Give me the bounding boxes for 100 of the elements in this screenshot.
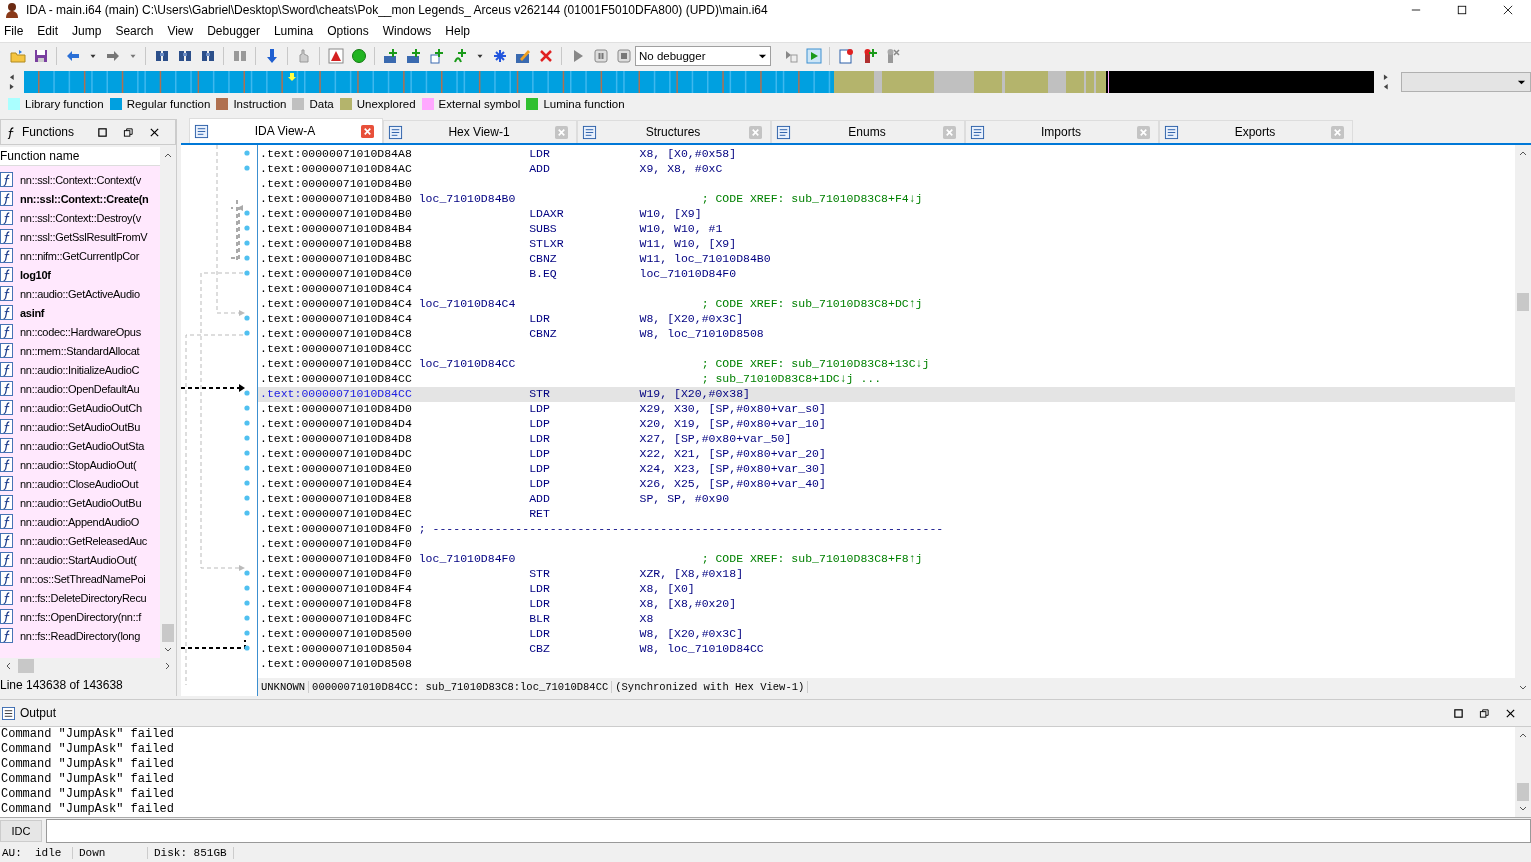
code-line[interactable]: .text:00000071010D84CC loc_71010D84CC ; CODE XREF: sub_71010D83C8+13C↓j: [258, 357, 1515, 372]
code-line[interactable]: .text:00000071010D84E8 ADD SP, SP, #0x90: [258, 492, 1515, 507]
circle-icon[interactable]: [350, 48, 367, 64]
maximize-icon[interactable]: [1457, 5, 1467, 15]
scrollbar-thumb[interactable]: [1517, 293, 1529, 311]
close-icon[interactable]: [149, 126, 160, 138]
code-line[interactable]: .text:00000071010D84E4 LDP X26, X25, [SP,#0x80+var_40]: [258, 477, 1515, 492]
scroll-arrows-icon[interactable]: [8, 72, 16, 92]
scrollbar-thumb[interactable]: [162, 624, 174, 642]
function-name[interactable]: nn::audio::GetAudioOutBu: [20, 496, 142, 509]
code-line[interactable]: .text:00000071010D84F0 loc_71010D84F0 ; CODE XREF: sub_71010D83C8+F8↑j: [258, 552, 1515, 567]
function-name[interactable]: nn::ssl::GetSslResultFromV: [20, 230, 148, 243]
function-name[interactable]: nn::mem::StandardAllocat: [20, 344, 140, 357]
function-name[interactable]: nn::audio::GetAudioOutSta: [20, 439, 144, 452]
code-line[interactable]: .text:00000071010D84D0 LDP X29, X30, [SP,#0x80+var_s0]: [258, 402, 1515, 417]
cross-icon[interactable]: [537, 48, 554, 64]
code-line[interactable]: .text:00000071010D84D4 LDP X20, X19, [SP,#0x80+var_10]: [258, 417, 1515, 432]
maximize-icon[interactable]: [97, 126, 108, 138]
restore-icon[interactable]: [1479, 707, 1490, 719]
stop-icon[interactable]: [615, 48, 632, 64]
code-line[interactable]: .text:00000071010D84B8 STLXR W11, W10, [X9]: [258, 237, 1515, 252]
code-line[interactable]: .text:00000071010D84C8 CBNZ W8, loc_71010D8508: [258, 327, 1515, 342]
code-line[interactable]: .text:00000071010D84C4 loc_71010D84C4 ; CODE XREF: sub_71010D83C8+DC↑j: [258, 297, 1515, 312]
code-line[interactable]: .text:00000071010D8500 LDR W8, [X20,#0x3C]: [258, 627, 1515, 642]
code-line[interactable]: .text:00000071010D84FC BLR X8: [258, 612, 1515, 627]
close-icon[interactable]: [1505, 707, 1516, 719]
code-line[interactable]: .text:00000071010D84B0 loc_71010D84B0 ; CODE XREF: sub_71010D83C8+F4↓j: [258, 192, 1515, 207]
function-name[interactable]: nn::audio::OpenDefaultAu: [20, 382, 140, 395]
code-line[interactable]: .text:00000071010D84F8 LDR X8, [X8,#0x20]: [258, 597, 1515, 612]
add-string-icon[interactable]: [451, 48, 468, 64]
code-line[interactable]: .text:00000071010D8504 CBZ W8, loc_71010D84CC: [258, 642, 1515, 657]
function-name[interactable]: nn::fs::DeleteDirectoryRecu: [20, 591, 147, 604]
code-line[interactable]: .text:00000071010D84F4 LDR X8, [X0]: [258, 582, 1515, 597]
tab[interactable]: IDA View-A: [189, 118, 383, 143]
menu-item[interactable]: Jump: [70, 24, 110, 38]
add-code-icon[interactable]: [382, 48, 399, 64]
close-icon[interactable]: [1503, 5, 1513, 15]
function-name[interactable]: nn::os::SetThreadNamePoi: [20, 572, 146, 585]
code-line[interactable]: .text:00000071010D84B0: [258, 177, 1515, 192]
menu-item[interactable]: View: [165, 24, 202, 38]
function-name[interactable]: nn::audio::GetReleasedAuc: [20, 534, 148, 547]
menu-item[interactable]: Debugger: [205, 24, 268, 38]
code-line[interactable]: .text:00000071010D8508: [258, 657, 1515, 672]
function-name[interactable]: nn::fs::OpenDirectory(nn::f: [20, 610, 141, 623]
code-line[interactable]: .text:00000071010D84C4: [258, 282, 1515, 297]
function-name[interactable]: nn::audio::InitializeAudioC: [20, 363, 140, 376]
code-line[interactable]: .text:00000071010D84CC ; sub_71010D83C8+1DC↓j ...: [258, 372, 1515, 387]
scrollbar[interactable]: [1515, 727, 1531, 817]
function-name[interactable]: nn::audio::SetAudioOutBu: [20, 420, 140, 433]
function-name[interactable]: nn::audio::GetActiveAudio: [20, 287, 140, 300]
run-to-cursor-icon[interactable]: [805, 48, 822, 64]
code-line[interactable]: .text:00000071010D84E0 LDP X24, X23, [SP,#0x80+var_30]: [258, 462, 1515, 477]
restore-icon[interactable]: [123, 126, 134, 138]
code-line[interactable]: .text:00000071010D84F0: [258, 537, 1515, 552]
menu-item[interactable]: File: [2, 24, 32, 38]
function-name[interactable]: nn::audio::AppendAudioO: [20, 515, 140, 528]
code-line[interactable]: .text:00000071010D84D8 LDR X27, [SP,#0x80+var_50]: [258, 432, 1515, 447]
function-name[interactable]: nn::audio::StartAudioOut(: [20, 553, 137, 566]
code-line[interactable]: .text:00000071010D84B4 SUBS W10, W10, #1: [258, 222, 1515, 237]
code-line[interactable]: .text:00000071010D84EC RET: [258, 507, 1515, 522]
code-line[interactable]: .text:00000071010D84C4 LDR W8, [X20,#0x3C]: [258, 312, 1515, 327]
code-line[interactable]: .text:00000071010D84AC ADD X9, X8, #0xC: [258, 162, 1515, 177]
function-name[interactable]: nn::fs::ReadDirectory(long: [20, 629, 140, 642]
function-name[interactable]: nn::audio::CloseAudioOut: [20, 477, 139, 490]
scrollbar[interactable]: [1515, 145, 1531, 696]
code-line[interactable]: .text:00000071010D84A8 LDR X8, [X0,#0x58]: [258, 147, 1515, 162]
menu-item[interactable]: Search: [113, 24, 162, 38]
code-line[interactable]: .text:00000071010D84B0 LDAXR W10, [X9]: [258, 207, 1515, 222]
function-name[interactable]: nn::ssl::Context::Create(n: [20, 192, 149, 205]
scroll-arrows-icon[interactable]: [1381, 72, 1390, 92]
function-name[interactable]: asinf: [20, 306, 45, 319]
menu-item[interactable]: Edit: [35, 24, 67, 38]
code-line[interactable]: .text:00000071010D84BC CBNZ W11, loc_71010D84B0: [258, 252, 1515, 267]
maximize-icon[interactable]: [1453, 707, 1464, 719]
function-name[interactable]: nn::codec::HardwareOpus: [20, 325, 141, 338]
function-name[interactable]: log10f: [20, 268, 51, 281]
pencil-icon[interactable]: [514, 48, 531, 64]
tab[interactable]: Imports: [965, 120, 1159, 143]
code-line[interactable]: .text:00000071010D84F0 ; --------------------------------------------------------------------------: [258, 522, 1515, 537]
tab[interactable]: Enums: [771, 120, 965, 143]
function-name[interactable]: nn::ssl::Context::Context(v: [20, 173, 141, 186]
menu-item[interactable]: Options: [325, 24, 377, 38]
menu-item[interactable]: Lumina: [271, 24, 322, 38]
tab[interactable]: Exports: [1159, 120, 1353, 143]
forward-arrow-icon[interactable]: [104, 48, 121, 64]
scrollbar-thumb[interactable]: [18, 659, 34, 673]
add-text-icon[interactable]: [428, 48, 445, 64]
function-name[interactable]: nn::audio::GetAudioOutCh: [20, 401, 142, 414]
code-line[interactable]: .text:00000071010D84C0 B.EQ loc_71010D84F0: [258, 267, 1515, 282]
debugger-dropdown[interactable]: No debugger: [635, 46, 771, 66]
code-line[interactable]: .text:00000071010D84CC: [258, 342, 1515, 357]
scrollbar[interactable]: [160, 147, 176, 658]
command-field[interactable]: [46, 818, 1531, 843]
navigation-band[interactable]: [23, 71, 1374, 93]
pause-icon[interactable]: [592, 48, 609, 64]
save-icon[interactable]: [32, 48, 49, 64]
warning-icon[interactable]: [327, 48, 344, 64]
scrollbar-thumb[interactable]: [1517, 783, 1529, 801]
idc-button[interactable]: IDC: [0, 819, 42, 842]
function-name[interactable]: nn::audio::StopAudioOut(: [20, 458, 137, 471]
